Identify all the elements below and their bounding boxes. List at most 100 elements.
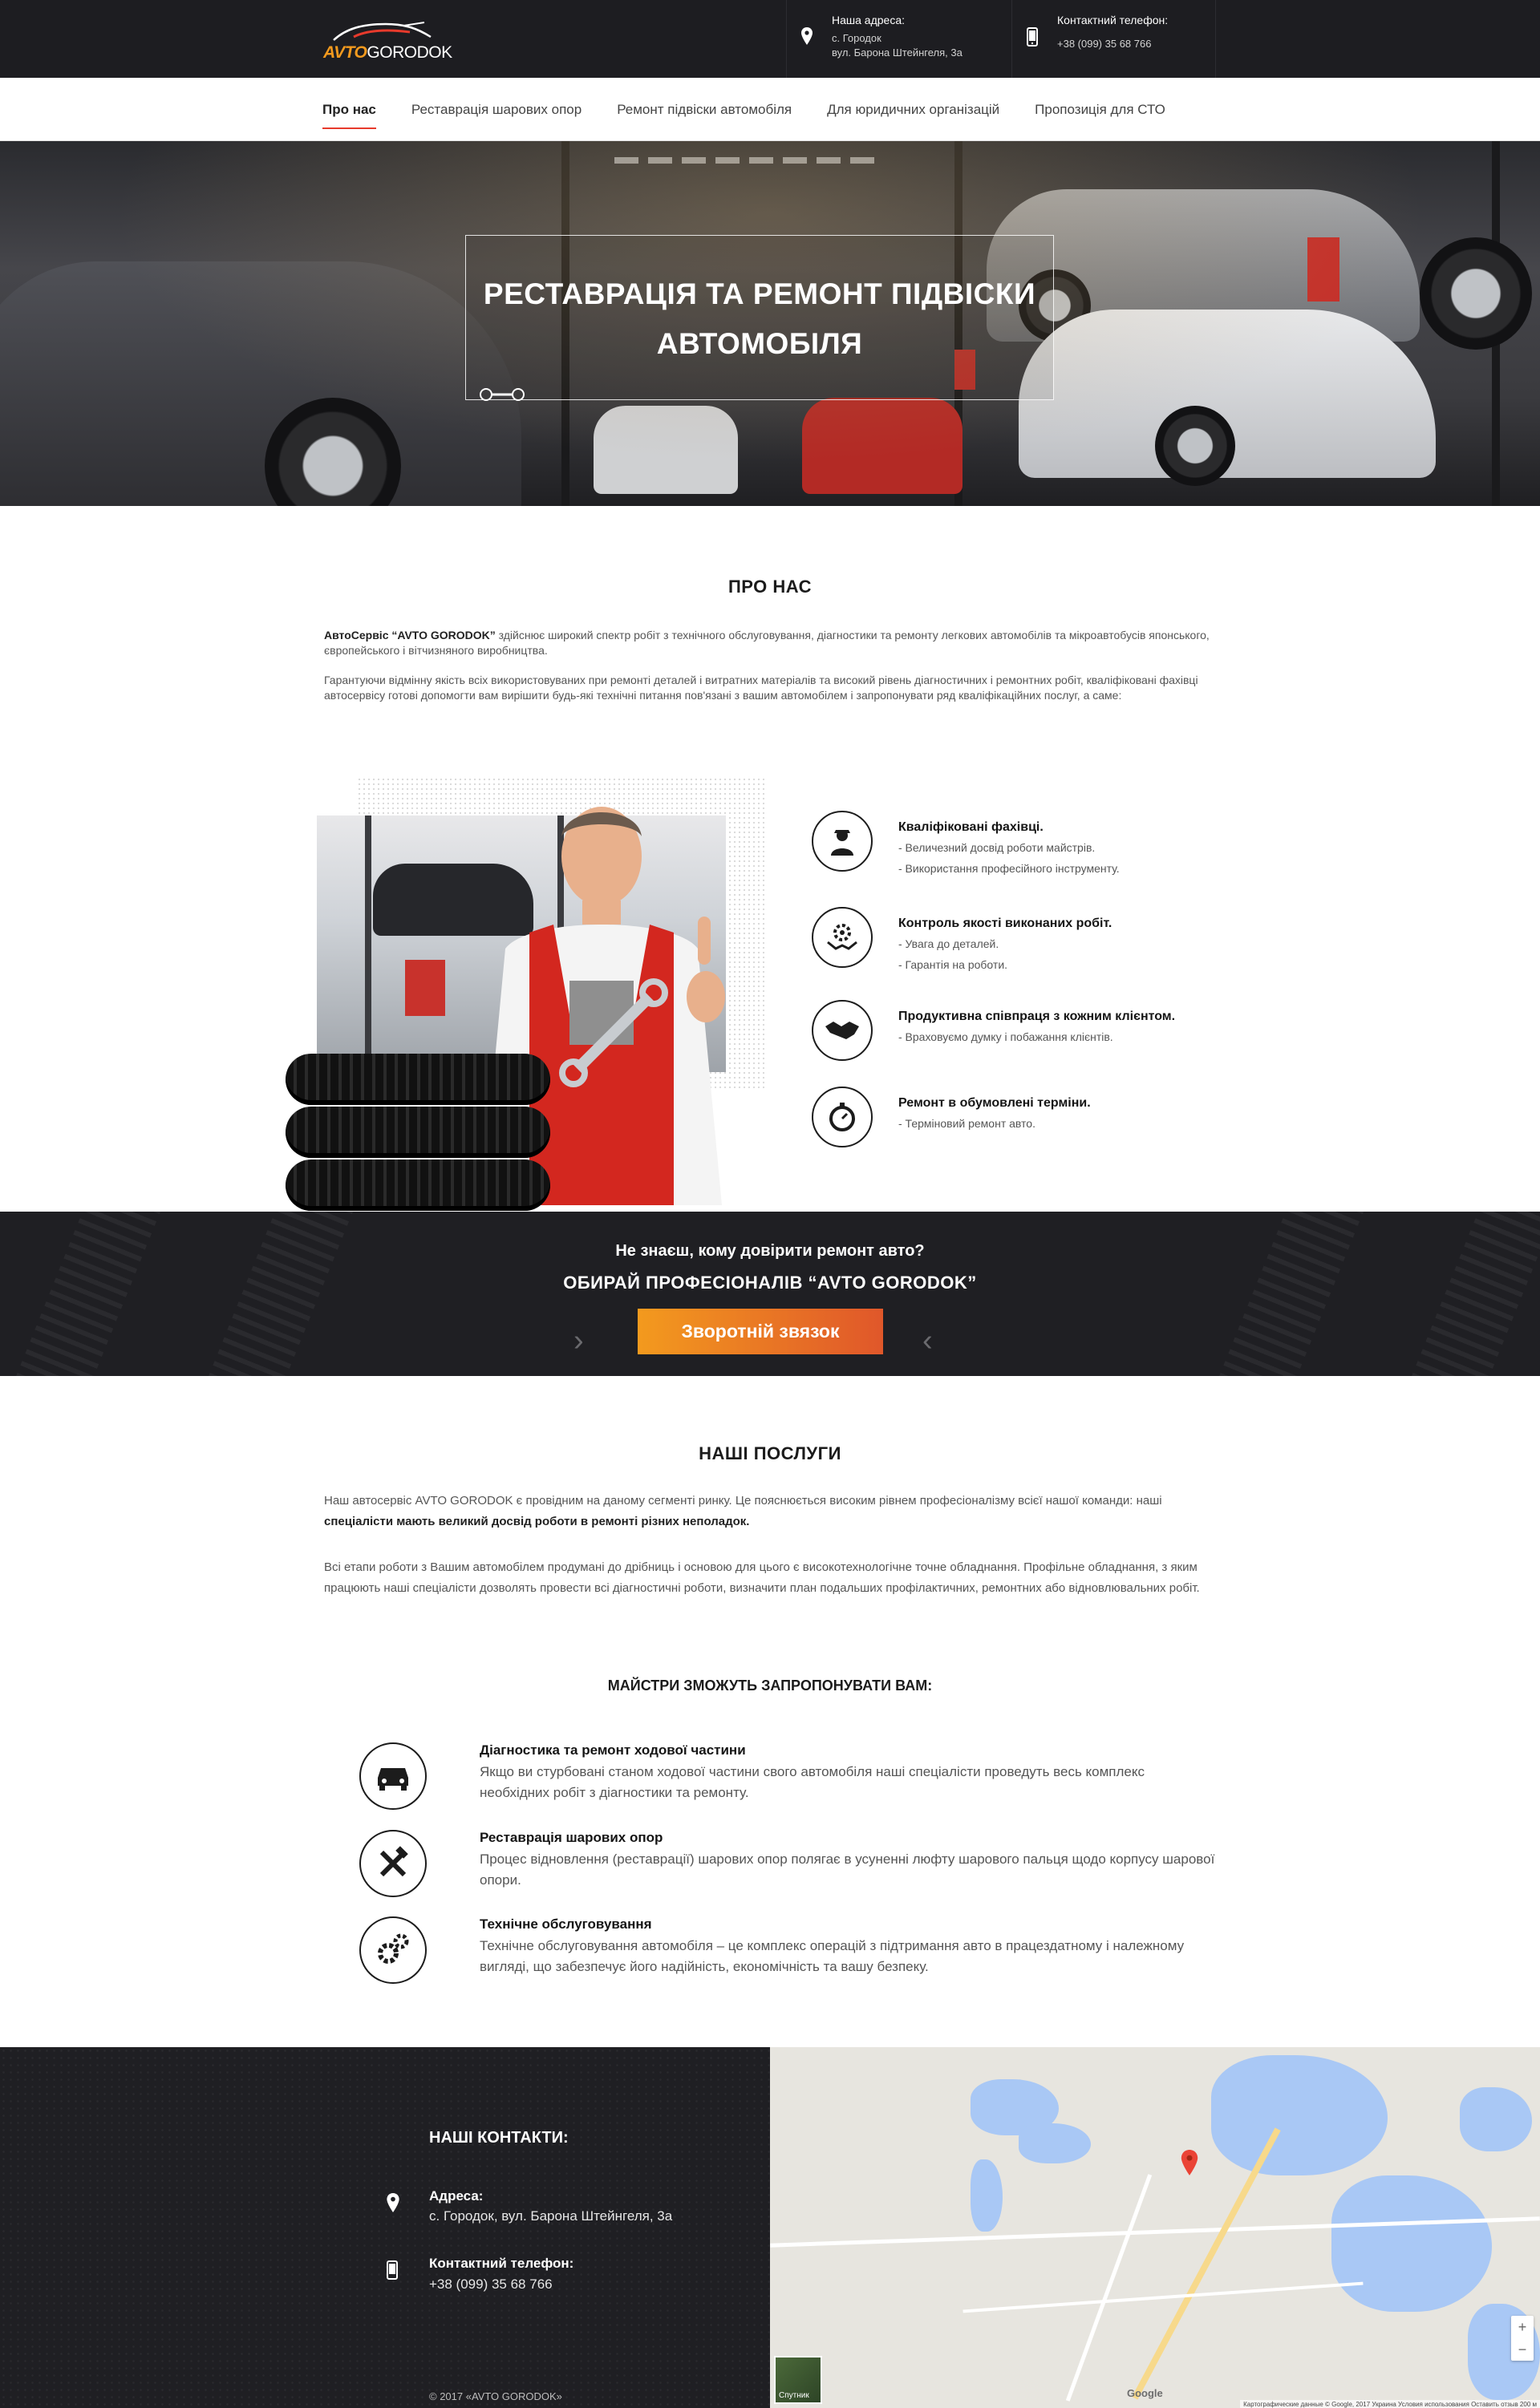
nav-item-sto-offer[interactable]: Пропозиція для СТО [1035, 102, 1165, 118]
quality-gear-icon [812, 907, 873, 968]
map-road [1065, 2174, 1153, 2402]
tire [286, 1159, 550, 1211]
feature-detail: - Увага до деталей. [898, 937, 999, 950]
service-title: Діагностика та ремонт ходової частини [480, 1742, 746, 1758]
map-water [1211, 2055, 1388, 2175]
contacts-title: НАШІ КОНТАКТИ: [429, 2129, 569, 2147]
footer: НАШІ КОНТАКТИ: Адреса: с. Городок, вул. … [0, 2047, 1540, 2408]
top-bar: AVTOGORODOK Наша адреса: с. Городок вул.… [0, 0, 1540, 78]
map-pin-icon[interactable] [1181, 2150, 1198, 2175]
cta-question: Не знаєш, кому довірити ремонт авто? [615, 1242, 925, 1260]
feature-title: Продуктивна співпраця з кожним клієнтом. [898, 1010, 1176, 1023]
header-address: Наша адреса: с. Городок вул. Барона Штей… [786, 0, 1012, 78]
tire [286, 1054, 550, 1105]
google-logo: Google [1127, 2387, 1163, 2399]
hero-title: РЕСТАВРАЦІЯ ТА РЕМОНТ ПІДВІСКИ АВТОМОБІЛ… [465, 269, 1054, 369]
hero-title-line1: РЕСТАВРАЦІЯ ТА РЕМОНТ ПІДВІСКИ [483, 277, 1036, 310]
feature-title: Кваліфіковані фахівці. [898, 820, 1044, 834]
car-diagnostic-icon [359, 1742, 427, 1810]
world-map-texture [0, 2047, 770, 2408]
wrench-icon [480, 388, 525, 401]
tire-track [1402, 1212, 1540, 1376]
footer-phone-label: Контактний телефон: [429, 2256, 574, 2271]
map-attribution[interactable]: Картографические данные © Google, 2017 У… [1240, 2400, 1540, 2408]
tire [286, 1107, 550, 1158]
phone-value[interactable]: +38 (099) 35 68 766 [1057, 37, 1151, 51]
tire-track [199, 1212, 355, 1376]
satellite-label: Спутник [779, 2391, 809, 2400]
feature-detail: - Величезний досвід роботи майстрів. [898, 841, 1096, 854]
footer-address-label: Адреса: [429, 2188, 484, 2204]
services-title: НАШІ ПОСЛУГИ [699, 1443, 841, 1463]
feature-title: Ремонт в обумовлені терміни. [898, 1096, 1091, 1110]
services-p1-text: Наш автосервіс AVTO GORODOK є провідним … [324, 1494, 1162, 1508]
map-road [1132, 2127, 1281, 2400]
location-pin-icon [801, 27, 813, 45]
nav-item-legal-entities[interactable]: Для юридичних організацій [827, 102, 999, 118]
map-water [971, 2159, 1003, 2232]
service-description: Технічне обслуговування автомобіля – це … [480, 1938, 1185, 1974]
services-paragraph-1: Наш автосервіс AVTO GORODOK є провідним … [324, 1491, 1216, 1532]
nav-item-about[interactable]: Про нас [322, 102, 376, 129]
chevron-left-icon: ‹ [922, 1324, 933, 1358]
address-line1: с. Городок [832, 32, 881, 44]
phone-icon [387, 2260, 398, 2280]
copyright: © 2017 «AVTO GORODOK» [429, 2390, 562, 2402]
nav-item-suspension[interactable]: Ремонт підвіски автомобіля [617, 102, 792, 118]
services-paragraph-2: Всі етапи роботи з Вашим автомобілем про… [324, 1560, 1200, 1595]
stopwatch-icon [812, 1087, 873, 1147]
satellite-toggle[interactable]: Спутник [774, 2356, 822, 2404]
nav-item-ball-joints[interactable]: Реставрація шарових опор [411, 102, 582, 118]
cta-headline: ОБИРАЙ ПРОФЕСІОНАЛІВ “AVTO GORODOK” [563, 1273, 977, 1293]
service-description: Процес відновлення (реставрації) шарових… [480, 1852, 1215, 1888]
callback-button[interactable]: Зворотній звязок [638, 1309, 883, 1354]
feature-detail: - Враховуємо думку і побажання клієнтів. [898, 1030, 1113, 1043]
handshake-icon [812, 1000, 873, 1061]
mechanic-icon [812, 811, 873, 872]
header-phone: Контактний телефон: +38 (099) 35 68 766 [1012, 0, 1216, 78]
phone-label: Контактний телефон: [1057, 14, 1169, 26]
map-water [1019, 2123, 1091, 2163]
logo[interactable]: AVTOGORODOK [322, 21, 452, 62]
footer-address-value: с. Городок, вул. Барона Штейнгеля, 3а [429, 2208, 673, 2224]
services-p1-bold: спеціалісти мають великий досвід роботи … [324, 1515, 750, 1528]
lift-post [365, 815, 371, 1072]
about-section: ПРО НАС АвтоСервіс “AVTO GORODOK” здійсн… [0, 506, 1540, 1212]
phone-icon [1027, 27, 1038, 47]
about-title: ПРО НАС [727, 577, 813, 597]
hero-banner: РЕСТАВРАЦІЯ ТА РЕМОНТ ПІДВІСКИ АВТОМОБІЛ… [0, 141, 1540, 506]
location-pin-icon [387, 2193, 399, 2212]
about-paragraph-2: Гарантуючи відмінну якість всіх використ… [324, 674, 1198, 702]
map-water [1460, 2087, 1532, 2151]
services-section: НАШІ ПОСЛУГИ Наш автосервіс AVTO GORODOK… [0, 1376, 1540, 2047]
gears-icon [359, 1916, 427, 1984]
google-map[interactable]: Спутник + − Google Картографические данны… [770, 2047, 1540, 2408]
service-description: Якщо ви стурбовані станом ходової частин… [480, 1764, 1145, 1800]
about-paragraph-1: АвтоСервіс “AVTO GORODOK” здійснює широк… [324, 628, 1216, 658]
service-title: Реставрація шарових опор [480, 1830, 663, 1845]
tires-image [286, 1054, 550, 1211]
chevron-right-icon: › [573, 1324, 584, 1358]
map-road [962, 2281, 1364, 2313]
map-zoom-controls[interactable]: + − [1511, 2316, 1534, 2361]
cta-banner: Не знаєш, кому довірити ремонт авто? ОБИ… [0, 1212, 1540, 1376]
logo-avto: AVTO [323, 43, 367, 62]
feature-detail: - Терміновий ремонт авто. [898, 1117, 1035, 1130]
tire-track [6, 1212, 162, 1376]
feature-detail: - Використання професійного інструменту. [898, 862, 1120, 875]
hero-title-line2: АВТОМОБІЛЯ [656, 327, 863, 360]
address-label: Наша адреса: [832, 14, 906, 26]
service-title: Технічне обслуговування [480, 1916, 652, 1932]
tire-track [1210, 1212, 1365, 1376]
main-nav: Про нас Реставрація шарових опор Ремонт … [0, 78, 1540, 141]
feature-title: Контроль якості виконаних робіт. [898, 917, 1112, 930]
map-water [1331, 2175, 1492, 2312]
tools-icon [359, 1830, 427, 1897]
logo-car-icon [333, 22, 432, 41]
footer-phone-value[interactable]: +38 (099) 35 68 766 [429, 2276, 553, 2293]
about-company-name: АвтоСервіс “AVTO GORODOK” [324, 629, 496, 641]
logo-gorodok: GORODOK [367, 43, 452, 62]
feature-detail: - Гарантія на роботи. [898, 958, 1008, 971]
services-subtitle: МАЙСТРИ ЗМОЖУТЬ ЗАПРОПОНУВАТИ ВАМ: [607, 1678, 933, 1694]
contacts-panel: НАШІ КОНТАКТИ: Адреса: с. Городок, вул. … [0, 2047, 770, 2408]
